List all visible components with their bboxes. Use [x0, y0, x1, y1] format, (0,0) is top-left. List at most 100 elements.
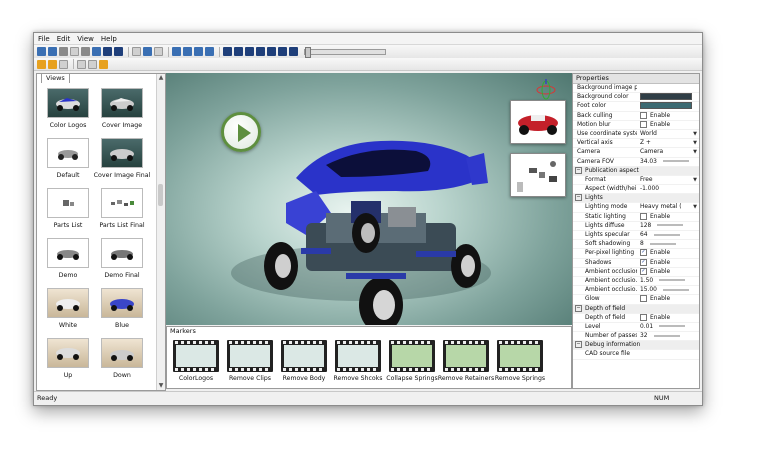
property-value-cell[interactable]: 64: [640, 231, 698, 239]
skip-forward-icon[interactable]: [278, 47, 287, 56]
checkbox[interactable]: [640, 111, 647, 119]
skip-back-icon[interactable]: [223, 47, 232, 56]
3d-viewport[interactable]: [166, 73, 572, 325]
align-center-icon[interactable]: [183, 47, 192, 56]
inset-view-car[interactable]: [510, 100, 566, 144]
property-value-cell[interactable]: Free: [640, 176, 698, 184]
checkbox[interactable]: [640, 295, 647, 303]
property-row[interactable]: Glow Enable: [573, 295, 699, 305]
align-right-icon[interactable]: [194, 47, 203, 56]
property-section[interactable]: − Publication aspect: [573, 166, 699, 176]
play-button[interactable]: [221, 112, 261, 152]
move-icon[interactable]: [77, 59, 86, 69]
property-row[interactable]: Lighting mode Heavy metal (▼: [573, 203, 699, 213]
marker-item[interactable]: Remove Shcoks: [333, 340, 383, 385]
palette-icon[interactable]: [48, 59, 57, 69]
dropdown-arrow-icon[interactable]: ▼: [693, 176, 697, 184]
marker-item[interactable]: Collapse Springs: [386, 340, 438, 385]
dropdown-arrow-icon[interactable]: ▼: [693, 139, 697, 147]
property-value-cell[interactable]: [640, 102, 698, 110]
property-value-cell[interactable]: Enable: [640, 111, 698, 120]
property-row[interactable]: Per-pixel lighting ✓ Enable: [573, 249, 699, 259]
value-slider[interactable]: [662, 160, 689, 162]
view-item[interactable]: Up: [41, 338, 95, 386]
property-value-cell[interactable]: 0.01: [640, 323, 698, 331]
property-row[interactable]: Level 0.01: [573, 323, 699, 333]
property-value-cell[interactable]: ✓ Enable: [640, 267, 698, 276]
orientation-gizmo-icon[interactable]: [535, 78, 557, 100]
view-item[interactable]: Color Logos: [41, 88, 95, 136]
checkbox[interactable]: ✓: [640, 249, 647, 257]
view-item[interactable]: White: [41, 288, 95, 336]
align-top-icon[interactable]: [205, 47, 214, 56]
align-left-icon[interactable]: [172, 47, 181, 56]
property-value-cell[interactable]: Enable: [640, 295, 698, 303]
property-value-cell[interactable]: 32: [640, 332, 698, 340]
property-row[interactable]: Background image p...: [573, 84, 699, 94]
property-row[interactable]: Foot color: [573, 102, 699, 112]
view-item[interactable]: Default: [41, 138, 95, 186]
camera-icon[interactable]: [103, 47, 112, 56]
view-item[interactable]: Parts List: [41, 188, 95, 236]
collapse-icon[interactable]: −: [575, 341, 582, 349]
property-row[interactable]: Depth of field Enable: [573, 313, 699, 323]
highlight-icon[interactable]: [37, 59, 46, 69]
property-value-cell[interactable]: World: [640, 130, 698, 138]
grid-icon[interactable]: [92, 47, 101, 56]
step-back-icon[interactable]: [234, 47, 243, 56]
property-row[interactable]: Background color: [573, 93, 699, 103]
inset-view-parts[interactable]: [510, 153, 566, 197]
property-value-cell[interactable]: 34.03: [640, 158, 698, 166]
property-value-cell[interactable]: ✓ Enable: [640, 249, 698, 257]
view-item[interactable]: Cover Image Final: [94, 138, 150, 186]
redo-icon[interactable]: [70, 47, 79, 56]
property-row[interactable]: Number of passes 32: [573, 332, 699, 342]
property-value-cell[interactable]: [640, 93, 698, 101]
property-value-cell[interactable]: Enable: [640, 212, 698, 221]
menu-help[interactable]: Help: [101, 35, 117, 43]
menu-view[interactable]: View: [77, 35, 94, 43]
property-value-cell[interactable]: Z +: [640, 139, 698, 147]
marker-item[interactable]: ColorLogos: [171, 340, 221, 385]
views-scrollbar[interactable]: ▲ ▼: [156, 74, 165, 390]
marker-item[interactable]: Remove Clips: [225, 340, 275, 385]
property-row[interactable]: Use coordinate systemWorld ▼: [573, 130, 699, 140]
property-value-cell[interactable]: 8: [640, 240, 698, 248]
save-icon[interactable]: [48, 47, 57, 56]
property-row[interactable]: Vertical axis Z + ▼: [573, 139, 699, 149]
checkbox[interactable]: ✓: [640, 267, 647, 275]
property-row[interactable]: Aspect (width/hei... -1.000: [573, 185, 699, 195]
property-value-cell[interactable]: Camera: [640, 148, 698, 156]
dropdown-arrow-icon[interactable]: ▼: [693, 148, 697, 156]
scroll-thumb[interactable]: [158, 184, 163, 206]
timeline-slider[interactable]: [304, 46, 386, 58]
property-value-cell[interactable]: -1.000: [640, 185, 698, 193]
property-row[interactable]: Format Free ▼: [573, 176, 699, 186]
collapse-icon[interactable]: −: [575, 304, 582, 312]
property-row[interactable]: Shadows ✓ Enable: [573, 258, 699, 268]
property-value-cell[interactable]: 1.50: [640, 277, 698, 285]
value-slider[interactable]: [649, 242, 676, 245]
property-value-cell[interactable]: Enable: [640, 313, 698, 322]
collapse-icon[interactable]: −: [575, 166, 582, 174]
view-item[interactable]: Demo Final: [95, 238, 149, 286]
open-icon[interactable]: [37, 47, 46, 56]
property-row[interactable]: Ambient occlusio... 1.50: [573, 277, 699, 287]
color-swatch[interactable]: [640, 93, 692, 101]
property-row[interactable]: Camera FOV 34.03: [573, 158, 699, 167]
property-value-cell[interactable]: 15.00: [640, 286, 698, 294]
paint-icon[interactable]: [99, 59, 108, 69]
loop-icon[interactable]: [289, 47, 298, 56]
value-slider[interactable]: [657, 224, 684, 227]
property-row[interactable]: Ambient occlusio... 15.00: [573, 286, 699, 296]
dropdown-arrow-icon[interactable]: ▼: [693, 130, 697, 138]
scroll-down-icon[interactable]: ▼: [157, 382, 165, 390]
play-icon[interactable]: [245, 47, 254, 56]
property-row[interactable]: Lights specular 64: [573, 231, 699, 241]
property-value-cell[interactable]: Heavy metal (: [640, 203, 698, 211]
scroll-up-icon[interactable]: ▲: [157, 74, 165, 82]
dropdown-arrow-icon[interactable]: ▼: [693, 203, 697, 211]
views-tab[interactable]: Views: [41, 73, 70, 83]
home-view-icon[interactable]: [143, 47, 152, 56]
property-row[interactable]: Motion blur Enable: [573, 120, 699, 130]
